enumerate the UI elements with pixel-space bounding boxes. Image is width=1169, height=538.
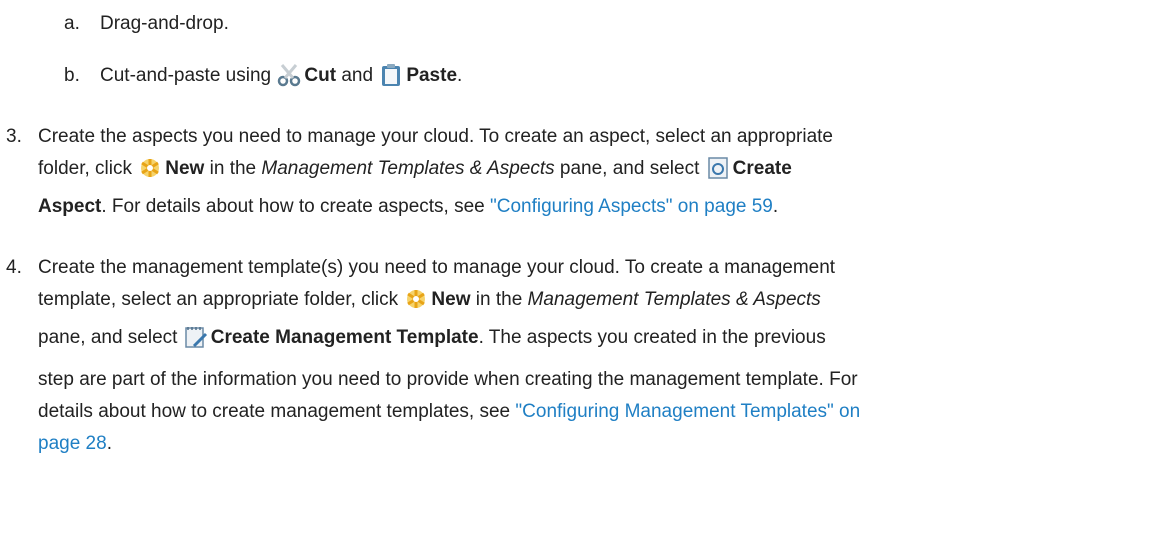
step-4-line-2: template, select an appropriate folder, … xyxy=(38,288,821,312)
create-management-template-label: Create Management Template xyxy=(210,327,479,349)
aspect-label: Aspect xyxy=(38,196,102,217)
create-management-template-icon xyxy=(183,325,209,349)
new-label: New xyxy=(165,158,205,180)
new-star-icon xyxy=(137,156,163,180)
step-4-line-6: page 28. xyxy=(38,433,112,454)
step-4-line-3: pane, and select Create Management Templ… xyxy=(38,326,826,350)
configuring-management-templates-link-page[interactable]: page 28 xyxy=(38,433,107,454)
create-label: Create xyxy=(732,158,792,180)
configuring-aspects-link[interactable]: "Configuring Aspects" on page 59 xyxy=(490,196,773,217)
list-marker: a. xyxy=(64,13,80,34)
step-4-line-4: step are part of the information you nee… xyxy=(38,369,858,390)
step-text: Cut-and-paste using Cut and Paste. xyxy=(100,64,462,88)
list-marker: 4. xyxy=(6,257,22,278)
list-marker: b. xyxy=(64,65,80,86)
step-4-line-1: Create the management template(s) you ne… xyxy=(38,257,836,278)
scissors-icon xyxy=(276,63,302,87)
step-3-line-2: folder, click New in the Management Temp… xyxy=(38,157,792,181)
paste-label: Paste xyxy=(406,65,458,87)
step-3-line-3: Aspect. For details about how to create … xyxy=(38,196,779,217)
pane-name: Management Templates & Aspects xyxy=(261,158,555,180)
list-marker: 3. xyxy=(6,126,22,147)
new-label: New xyxy=(431,289,471,311)
step-3-line-1: Create the aspects you need to manage yo… xyxy=(38,126,833,147)
clipboard-icon xyxy=(378,63,404,87)
step-text: Drag-and-drop. xyxy=(100,13,229,34)
create-aspect-icon xyxy=(705,156,731,180)
step-4-line-5: details about how to create management t… xyxy=(38,401,861,422)
cut-label: Cut xyxy=(304,65,337,87)
configuring-management-templates-link[interactable]: "Configuring Management Templates" on xyxy=(515,401,860,422)
document-page: a. Drag-and-drop. b. Cut-and-paste using… xyxy=(0,0,1169,538)
new-star-icon xyxy=(403,287,429,311)
pane-name: Management Templates & Aspects xyxy=(527,289,821,311)
